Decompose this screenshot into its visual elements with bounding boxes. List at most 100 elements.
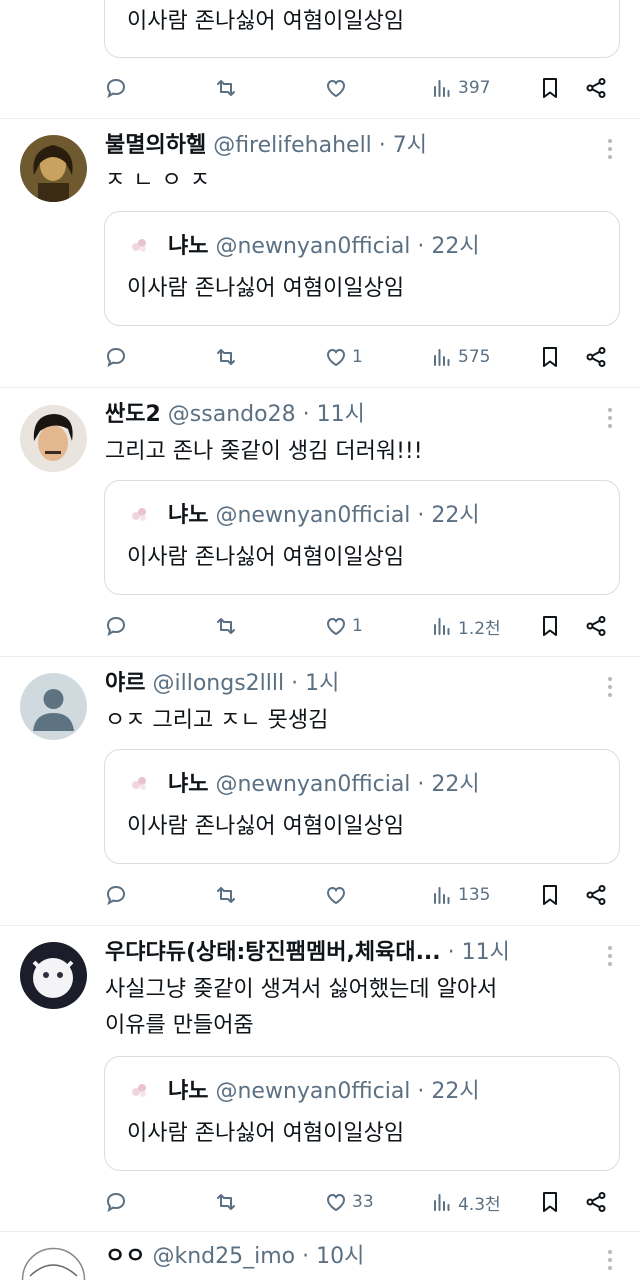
retweet-icon: [217, 349, 235, 365]
views-icon: [434, 887, 450, 904]
retweet-icon: [217, 887, 235, 903]
avatar[interactable]: [20, 942, 87, 1009]
views-icon: [434, 618, 450, 635]
quoted-tweet-card[interactable]: 냐노 @newnyan0fficial · 22시 이사람 존나싫어 여혐이일상…: [104, 480, 620, 595]
share-icon: [586, 1192, 606, 1212]
tweet-text: ㅈㄴㅇㅈ: [105, 168, 218, 193]
more-options-icon[interactable]: [608, 139, 614, 159]
reply-button[interactable]: [104, 73, 132, 103]
like-button[interactable]: 33: [324, 1187, 374, 1217]
heart-icon: [326, 886, 346, 905]
share-button[interactable]: [584, 73, 608, 103]
avatar[interactable]: [20, 405, 87, 472]
avatar-image: [20, 1246, 87, 1280]
display-name[interactable]: 불멸의하헬: [105, 133, 206, 158]
like-button[interactable]: [324, 73, 352, 103]
views-button[interactable]: 135: [430, 880, 490, 910]
quoted-timestamp: 22시: [431, 1079, 480, 1104]
tweet-5[interactable]: ㅇㅇ @knd25_imo · 10시: [0, 1232, 640, 1280]
user-handle[interactable]: @firelifehahell: [213, 133, 372, 158]
quoted-tweet-text: 이사람 존나싫어 여혐이일상임: [127, 276, 405, 301]
timestamp[interactable]: 1시: [305, 671, 339, 696]
quoted-user-handle: @newnyan0fficial: [215, 503, 411, 528]
more-options-icon[interactable]: [608, 677, 614, 697]
heart-icon: [326, 1193, 346, 1212]
quoted-tweet-header: 냐노 @newnyan0fficial · 22시: [127, 1077, 480, 1107]
views-button[interactable]: 4.3천: [430, 1187, 501, 1217]
avatar[interactable]: [20, 673, 87, 740]
reply-icon: [106, 885, 126, 906]
quoted-avatar: [127, 502, 151, 526]
quoted-tweet-card[interactable]: 냐노 @newnyan0fficial · 22시 이사람 존나싫어 여혐이일상…: [104, 211, 620, 326]
retweet-button[interactable]: [214, 611, 242, 641]
share-icon: [586, 616, 606, 636]
retweet-button[interactable]: [214, 1187, 242, 1217]
more-options-icon[interactable]: [608, 946, 614, 966]
reply-icon: [106, 347, 126, 368]
views-icon: [434, 1194, 450, 1211]
tweet-header: 불멸의하헬 @firelifehahell · 7시: [105, 133, 428, 158]
like-button[interactable]: [324, 880, 352, 910]
like-button[interactable]: 1: [324, 342, 363, 372]
tweet-actions: 33 4.3천: [104, 1187, 616, 1217]
quoted-display-name: 냐노: [168, 503, 209, 528]
tweet-header: 우댜댜듀(상태:탕진팸멤버,체육대... · 11시: [105, 940, 510, 965]
avatar[interactable]: [20, 135, 87, 202]
timestamp[interactable]: 7시: [393, 133, 427, 158]
share-button[interactable]: [584, 611, 608, 641]
timestamp[interactable]: 10시: [316, 1244, 364, 1269]
reply-button[interactable]: [104, 880, 132, 910]
tweet-text: ㅇㅈ 그리고 ㅈㄴ 못생김: [105, 708, 329, 733]
like-button[interactable]: 1: [324, 611, 363, 641]
tweet-0[interactable]: 이사람 존나싫어 여혐이일상임 397: [0, 0, 640, 119]
quoted-tweet-card[interactable]: 냐노 @newnyan0fficial · 22시 이사람 존나싫어 여혐이일상…: [104, 749, 620, 864]
user-handle[interactable]: @knd25_imo: [152, 1244, 295, 1269]
share-button[interactable]: [584, 342, 608, 372]
tweet-4[interactable]: 우댜댜듀(상태:탕진팸멤버,체육대... · 11시 사실그냥 좆같이 생겨서 …: [0, 926, 640, 1232]
retweet-icon: [217, 80, 235, 96]
bookmark-button[interactable]: [538, 611, 562, 641]
tweet-actions: 1 575: [104, 342, 616, 372]
display-name[interactable]: 야르: [105, 671, 145, 696]
user-handle[interactable]: @ssando28: [168, 402, 296, 427]
display-name[interactable]: 싼도2: [105, 402, 161, 427]
quoted-tweet-header: 냐노 @newnyan0fficial · 22시: [127, 232, 480, 262]
bookmark-button[interactable]: [538, 1187, 562, 1217]
reply-button[interactable]: [104, 1187, 132, 1217]
share-button[interactable]: [584, 1187, 608, 1217]
tweet-2[interactable]: 싼도2 @ssando28 · 11시 그리고 존나 좆같이 생김 더러워!!!…: [0, 388, 640, 657]
tweet-text: 그리고 존나 좆같이 생김 더러워!!!: [105, 439, 423, 464]
bookmark-button[interactable]: [538, 342, 562, 372]
retweet-button[interactable]: [214, 342, 242, 372]
like-count: 33: [352, 1192, 374, 1212]
views-button[interactable]: 397: [430, 73, 490, 103]
bookmark-button[interactable]: [538, 880, 562, 910]
timestamp[interactable]: 11시: [317, 402, 365, 427]
share-button[interactable]: [584, 880, 608, 910]
views-button[interactable]: 1.2천: [430, 611, 501, 641]
tweet-3[interactable]: 야르 @illongs2llll · 1시 ㅇㅈ 그리고 ㅈㄴ 못생김 냐노 @…: [0, 657, 640, 926]
default-avatar-icon: [20, 673, 87, 740]
timestamp[interactable]: 11시: [462, 940, 510, 965]
views-button[interactable]: 575: [430, 342, 490, 372]
display-name[interactable]: 우댜댜듀(상태:탕진팸멤버,체육대...: [105, 940, 441, 965]
bookmark-button[interactable]: [538, 73, 562, 103]
views-count: 4.3천: [458, 1194, 501, 1215]
user-handle[interactable]: @illongs2llll: [152, 671, 284, 696]
reply-button[interactable]: [104, 342, 132, 372]
quoted-tweet-card[interactable]: 냐노 @newnyan0fficial · 22시 이사람 존나싫어 여혐이일상…: [104, 1056, 620, 1171]
tweet-1[interactable]: 불멸의하헬 @firelifehahell · 7시 ㅈㄴㅇㅈ 냐노 @newn…: [0, 119, 640, 388]
quoted-user-handle: @newnyan0fficial: [215, 1079, 411, 1104]
more-options-icon[interactable]: [608, 408, 614, 428]
retweet-button[interactable]: [214, 880, 242, 910]
views-icon: [434, 80, 450, 97]
avatar[interactable]: [20, 1246, 87, 1280]
more-options-icon[interactable]: [608, 1250, 614, 1270]
quoted-display-name: 냐노: [168, 1079, 209, 1104]
retweet-button[interactable]: [214, 73, 242, 103]
quoted-timestamp: 22시: [431, 503, 480, 528]
display-name[interactable]: ㅇㅇ: [105, 1244, 145, 1269]
bookmark-icon: [543, 616, 557, 636]
reply-button[interactable]: [104, 611, 132, 641]
quoted-tweet-card[interactable]: 이사람 존나싫어 여혐이일상임: [104, 0, 620, 58]
